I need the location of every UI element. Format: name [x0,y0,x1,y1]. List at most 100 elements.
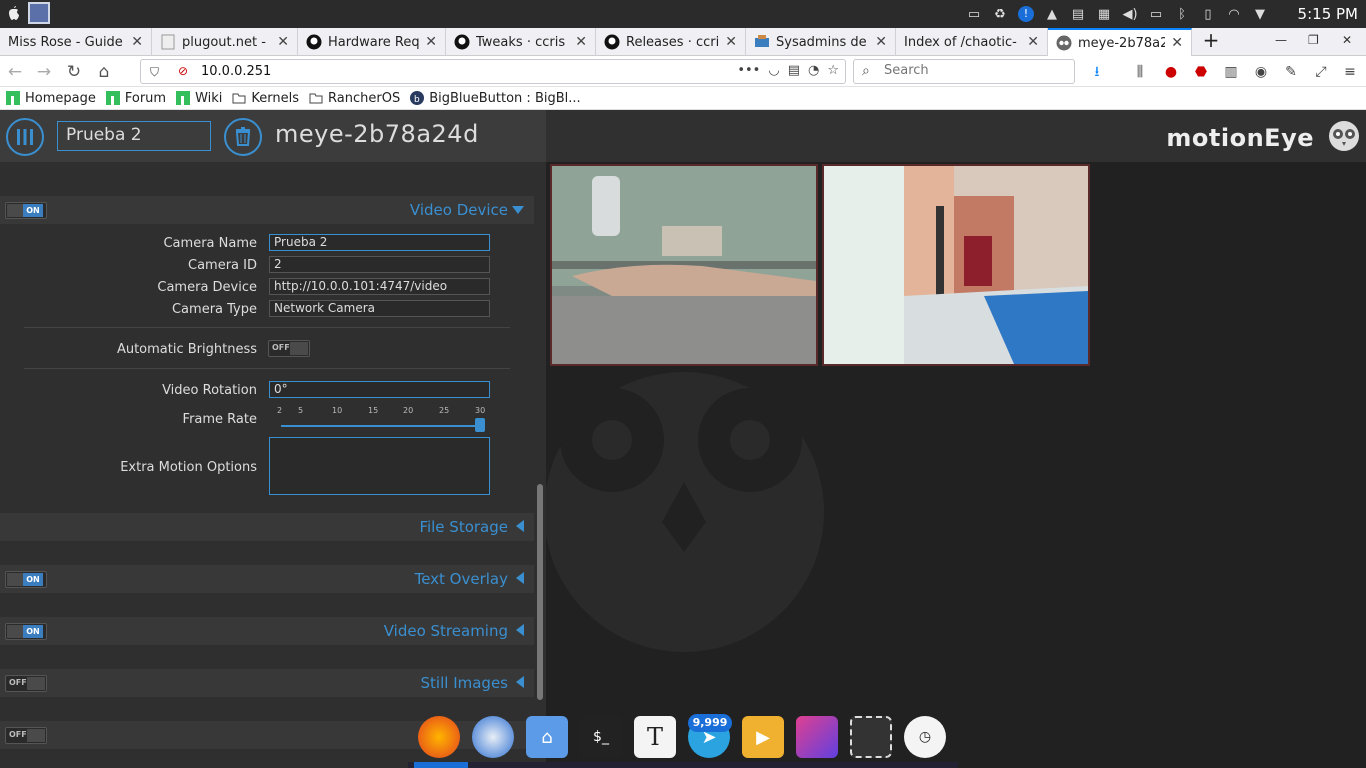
page-actions-icon[interactable]: ••• [737,63,760,78]
video-device-toggle[interactable]: ON [5,202,47,219]
mega-icon[interactable]: ● [1161,62,1181,82]
chevron-left-icon[interactable] [516,624,524,636]
back-icon[interactable]: ← [5,62,25,82]
bluetooth-icon[interactable]: ᛒ [1172,4,1192,24]
thunderbird-icon[interactable] [472,716,514,758]
adblock-icon[interactable]: ⬣ [1191,62,1211,82]
section-still-images[interactable]: OFF Still Images [0,669,534,697]
screen-icon[interactable]: ▭ [964,4,984,24]
url-text[interactable]: 10.0.0.251 [201,64,271,79]
close-icon[interactable]: ✕ [1171,35,1183,51]
extension-icon[interactable]: ✎ [1281,62,1301,82]
gradient-app-icon[interactable] [796,716,838,758]
clock-icon[interactable]: ◷ [904,716,946,758]
remove-camera-button[interactable] [224,118,262,156]
apple-icon[interactable] [6,4,20,22]
window-close-icon[interactable]: ✕ [1342,33,1352,47]
tab-hardware-req[interactable]: Hardware Req ✕ [298,28,446,56]
camera-2-frame[interactable] [822,164,1090,366]
clock[interactable]: 5:15 PM [1298,5,1358,23]
camera-select[interactable]: Prueba 2 [57,121,211,151]
sidebar-icon[interactable]: ▥ [1221,62,1241,82]
close-icon[interactable]: ✕ [425,34,437,50]
bookmark-bigbluebutton[interactable]: b BigBlueButton : BigBl... [410,91,581,106]
info-icon[interactable]: ! [1016,4,1036,24]
chevron-down-icon[interactable] [512,206,524,214]
typora-icon[interactable]: T [634,716,676,758]
account-icon[interactable]: ◉ [1251,62,1271,82]
new-tab-button[interactable]: + [1200,28,1222,54]
close-icon[interactable]: ✕ [875,34,887,50]
camera-name-field[interactable]: Prueba 2 [269,234,490,251]
home-icon[interactable]: ⌂ [94,62,114,82]
camera-type-field[interactable]: Network Camera [269,300,490,317]
section-text-overlay[interactable]: ON Text Overlay [0,565,534,593]
section-video-device[interactable]: ON Video Device [0,196,534,224]
maximize-icon[interactable]: ❐ [1308,33,1319,47]
scrollbar-thumb[interactable] [537,484,543,700]
drive-icon[interactable]: ▯ [1198,4,1218,24]
search-bar[interactable]: ⌕ [853,59,1075,84]
tab-chaotic[interactable]: Index of /chaotic- ✕ [896,28,1048,56]
section-title[interactable]: Video Device [410,201,508,219]
desktop-switcher-icon[interactable] [28,2,50,24]
bookmark-wiki[interactable]: Wiki [176,91,222,106]
bookmark-star-icon[interactable]: ☆ [827,63,839,78]
chevron-left-icon[interactable] [516,572,524,584]
section-title[interactable]: Video Streaming [384,622,508,640]
bookmark-rancheros[interactable]: RancherOS [309,91,400,106]
share-icon[interactable]: ⤢ [1311,62,1331,82]
video-rotation-select[interactable]: 0° [269,381,490,398]
wifi-icon[interactable]: ◠ [1224,4,1244,24]
close-icon[interactable]: ✕ [725,34,737,50]
extra-motion-textarea[interactable] [269,437,490,495]
screenshot-icon[interactable] [850,716,892,758]
forward-icon[interactable]: → [34,62,54,82]
recycle-icon[interactable]: ♻ [990,4,1010,24]
bookmark-forum[interactable]: Forum [105,91,166,106]
chevron-left-icon[interactable] [516,676,524,688]
minimize-icon[interactable]: — [1275,33,1287,47]
close-icon[interactable]: ✕ [277,34,289,50]
tab-meye[interactable]: meye-2b78a24 ✕ [1048,28,1192,56]
pocket-icon[interactable]: ◡ [768,63,779,78]
tab-miss-rose[interactable]: Miss Rose - Guide ✕ [0,28,152,56]
window-icon[interactable]: ▤ [1068,4,1088,24]
camera-1-frame[interactable] [550,164,818,366]
dropdown-icon[interactable]: ▼ [1250,4,1270,24]
library-icon[interactable]: ⫼ [1130,62,1150,82]
battery-icon[interactable]: ▭ [1146,4,1166,24]
bookmark-homepage[interactable]: Homepage [6,91,96,106]
firefox-icon[interactable] [418,716,460,758]
search-input[interactable] [884,63,1064,78]
section-file-storage[interactable]: File Storage [0,513,534,541]
reader-icon[interactable]: ▤ [788,63,800,78]
bookmark-kernels[interactable]: Kernels [232,91,299,106]
insecure-lock-icon[interactable]: ⊘ [178,64,188,78]
menu-icon[interactable]: ≡ [1340,62,1360,82]
camera-id-field[interactable]: 2 [269,256,490,273]
chevron-left-icon[interactable] [516,520,524,532]
home-folder-icon[interactable]: ⌂ [526,716,568,758]
tab-releases[interactable]: Releases · ccri ✕ [596,28,746,56]
volume-icon[interactable]: ◀) [1120,4,1140,24]
section-video-streaming[interactable]: ON Video Streaming [0,617,534,645]
close-icon[interactable]: ✕ [1027,34,1039,50]
url-bar[interactable]: ⛉ ⊘ 10.0.0.251 ••• ◡ ▤ ◔ ☆ [140,59,846,84]
settings-toggle-button[interactable] [6,118,44,156]
terminal-icon[interactable]: $_ [580,716,622,758]
media-player-icon[interactable]: ▶ [742,716,784,758]
frame-rate-handle[interactable] [475,418,485,432]
video-streaming-toggle[interactable]: ON [5,623,47,640]
tab-plugout[interactable]: plugout.net - ✕ [152,28,298,56]
close-icon[interactable]: ✕ [575,34,587,50]
reload-icon[interactable]: ↻ [64,62,84,82]
cone-icon[interactable]: ▲ [1042,4,1062,24]
sync-icon[interactable]: ◔ [808,63,819,78]
section-title[interactable]: Still Images [421,674,508,692]
text-overlay-toggle[interactable]: ON [5,571,47,588]
close-icon[interactable]: ✕ [131,34,143,50]
shield-icon[interactable]: ⛉ [150,65,159,80]
auto-brightness-toggle[interactable]: OFF [268,340,310,357]
clipboard-icon[interactable]: ▦ [1094,4,1114,24]
